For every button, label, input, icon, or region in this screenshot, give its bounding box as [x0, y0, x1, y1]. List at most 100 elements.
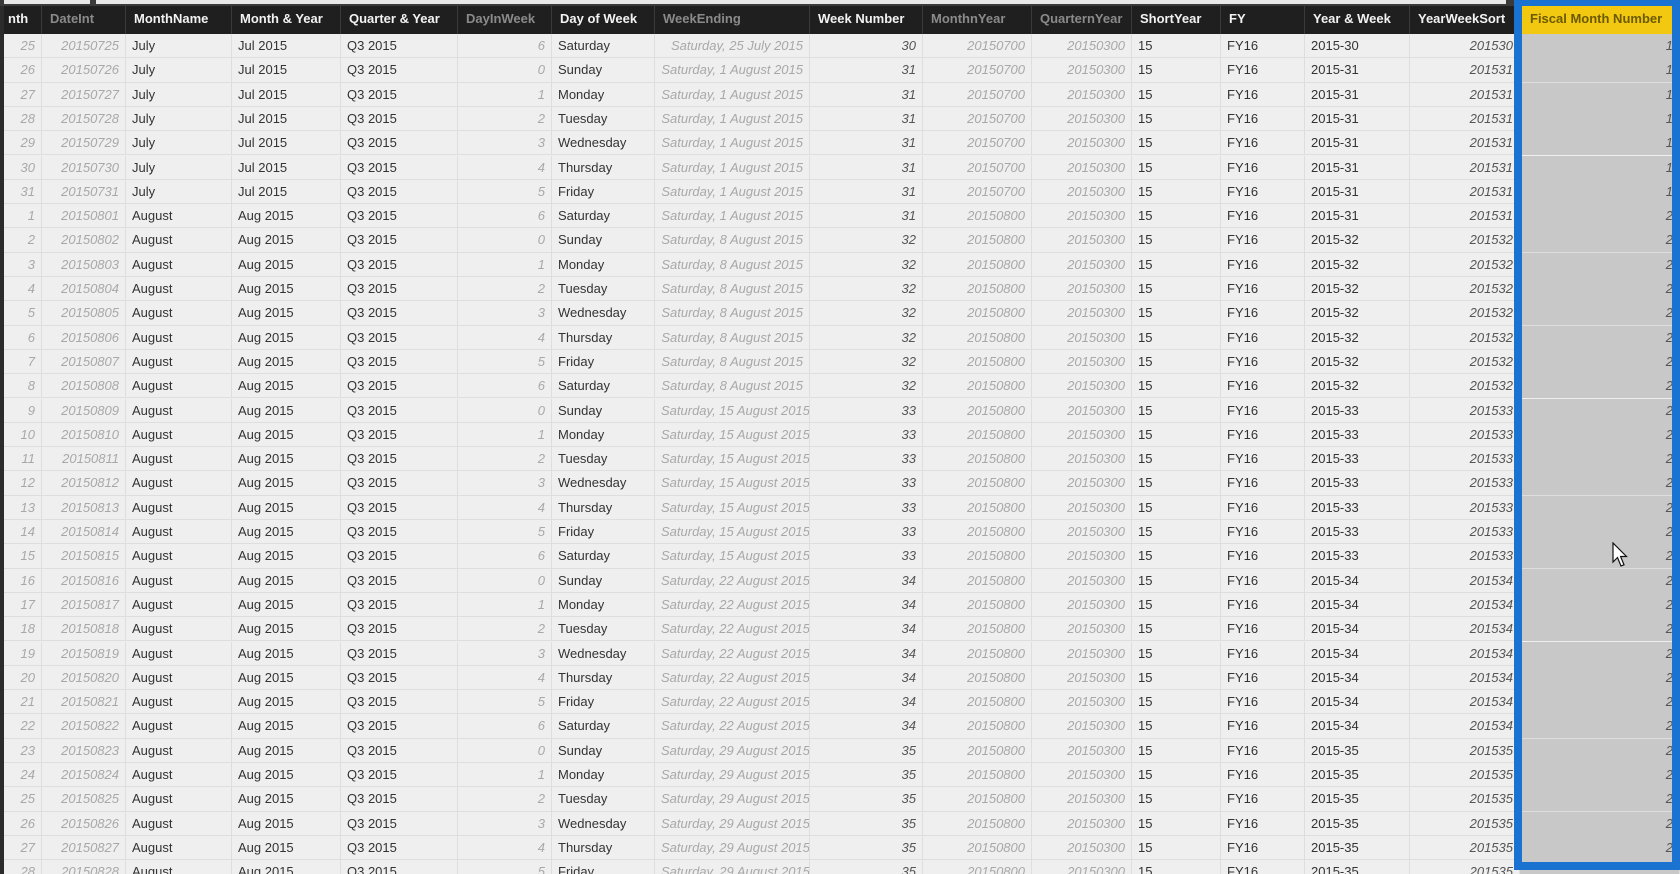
cell-monthname[interactable]: August — [126, 738, 232, 763]
cell-quarteryear[interactable]: Q3 2015 — [341, 617, 458, 642]
cell-fiscalmonth[interactable]: 2 — [1520, 447, 1680, 472]
cell-shortyear[interactable]: 15 — [1132, 520, 1221, 544]
cell-dayinweek[interactable]: 2 — [458, 106, 552, 131]
cell-dayinweek[interactable]: 2 — [458, 277, 552, 301]
cell-dayofweek[interactable]: Sunday — [552, 398, 655, 423]
cell-weekending[interactable]: Saturday, 1 August 2015 — [655, 155, 810, 180]
cell-monthyear[interactable]: Jul 2015 — [232, 155, 341, 180]
cell-weekending[interactable]: Saturday, 15 August 2015 — [655, 398, 810, 423]
table-row[interactable]: 1 20150801 August Aug 2015 Q3 2015 6 Saturday S… — [4, 204, 1680, 229]
cell-quarteryear[interactable]: Q3 2015 — [341, 301, 458, 326]
cell-monthnyear[interactable]: 20150800 — [923, 447, 1032, 472]
cell-monthnyear[interactable]: 20150800 — [923, 860, 1032, 874]
cell-dayofweek[interactable]: Friday — [552, 349, 655, 374]
cell-dateint[interactable]: 20150805 — [42, 301, 126, 326]
cell-day[interactable]: 6 — [4, 325, 42, 350]
cell-monthyear[interactable]: Aug 2015 — [232, 277, 341, 301]
cell-weeknumber[interactable]: 32 — [810, 252, 923, 277]
cell-weeknumber[interactable]: 33 — [810, 422, 923, 447]
cell-quarternyear[interactable]: 20150300 — [1032, 349, 1132, 374]
cell-monthyear[interactable]: Aug 2015 — [232, 592, 341, 617]
cell-yearweeksort[interactable]: 201531 — [1410, 179, 1520, 204]
cell-fiscalmonth[interactable]: 1 — [1520, 34, 1680, 58]
cell-yearweek[interactable]: 2015-35 — [1305, 860, 1410, 874]
cell-shortyear[interactable]: 15 — [1132, 204, 1221, 229]
cell-weeknumber[interactable]: 30 — [810, 34, 923, 58]
cell-weekending[interactable]: Saturday, 8 August 2015 — [655, 228, 810, 253]
cell-monthname[interactable]: July — [126, 34, 232, 58]
cell-dateint[interactable]: 20150813 — [42, 495, 126, 520]
cell-shortyear[interactable]: 15 — [1132, 131, 1221, 156]
cell-monthyear[interactable]: Aug 2015 — [232, 252, 341, 277]
cell-day[interactable]: 7 — [4, 349, 42, 374]
cell-quarternyear[interactable]: 20150300 — [1032, 34, 1132, 58]
cell-quarternyear[interactable]: 20150300 — [1032, 374, 1132, 399]
cell-fiscalmonth[interactable]: 1 — [1520, 58, 1680, 83]
cell-weeknumber[interactable]: 34 — [810, 665, 923, 690]
cell-weeknumber[interactable]: 35 — [810, 860, 923, 874]
cell-yearweek[interactable]: 2015-32 — [1305, 301, 1410, 326]
cell-shortyear[interactable]: 15 — [1132, 277, 1221, 301]
cell-monthname[interactable]: August — [126, 204, 232, 229]
cell-shortyear[interactable]: 15 — [1132, 179, 1221, 204]
cell-monthyear[interactable]: Aug 2015 — [232, 301, 341, 326]
cell-day[interactable]: 28 — [4, 106, 42, 131]
cell-quarternyear[interactable]: 20150300 — [1032, 544, 1132, 569]
cell-fiscalmonth[interactable]: 2 — [1520, 763, 1680, 787]
cell-day[interactable]: 17 — [4, 592, 42, 617]
cell-quarternyear[interactable]: 20150300 — [1032, 617, 1132, 642]
cell-fy[interactable]: FY16 — [1221, 398, 1305, 423]
cell-yearweeksort[interactable]: 201534 — [1410, 714, 1520, 739]
table-row[interactable]: 30 20150730 July Jul 2015 Q3 2015 4 Thursday Sa… — [4, 155, 1680, 180]
cell-dateint[interactable]: 20150827 — [42, 835, 126, 860]
cell-weeknumber[interactable]: 33 — [810, 471, 923, 496]
cell-dateint[interactable]: 20150726 — [42, 58, 126, 83]
cell-shortyear[interactable]: 15 — [1132, 568, 1221, 593]
cell-weekending[interactable]: Saturday, 22 August 2015 — [655, 592, 810, 617]
cell-quarternyear[interactable]: 20150300 — [1032, 714, 1132, 739]
cell-yearweeksort[interactable]: 201534 — [1410, 568, 1520, 593]
cell-shortyear[interactable]: 15 — [1132, 252, 1221, 277]
cell-dayinweek[interactable]: 4 — [458, 155, 552, 180]
cell-fiscalmonth[interactable]: 2 — [1520, 349, 1680, 374]
column-header-day[interactable]: nth — [4, 6, 42, 34]
cell-weekending[interactable]: Saturday, 25 July 2015 — [655, 34, 810, 58]
table-row[interactable]: 11 20150811 August Aug 2015 Q3 2015 2 Tuesday S… — [4, 447, 1680, 472]
cell-fiscalmonth[interactable]: 2 — [1520, 204, 1680, 229]
cell-fiscalmonth[interactable]: 2 — [1520, 568, 1680, 593]
cell-quarteryear[interactable]: Q3 2015 — [341, 204, 458, 229]
cell-yearweek[interactable]: 2015-34 — [1305, 641, 1410, 666]
cell-dateint[interactable]: 20150807 — [42, 349, 126, 374]
cell-fy[interactable]: FY16 — [1221, 617, 1305, 642]
cell-quarteryear[interactable]: Q3 2015 — [341, 568, 458, 593]
cell-fiscalmonth[interactable]: 1 — [1520, 106, 1680, 131]
cell-fy[interactable]: FY16 — [1221, 82, 1305, 107]
cell-shortyear[interactable]: 15 — [1132, 787, 1221, 812]
cell-weekending[interactable]: Saturday, 15 August 2015 — [655, 495, 810, 520]
cell-weekending[interactable]: Saturday, 8 August 2015 — [655, 374, 810, 399]
cell-monthnyear[interactable]: 20150800 — [923, 325, 1032, 350]
cell-monthnyear[interactable]: 20150800 — [923, 787, 1032, 812]
cell-yearweek[interactable]: 2015-33 — [1305, 398, 1410, 423]
cell-yearweek[interactable]: 2015-33 — [1305, 422, 1410, 447]
cell-yearweeksort[interactable]: 201535 — [1410, 860, 1520, 874]
cell-yearweek[interactable]: 2015-33 — [1305, 447, 1410, 472]
table-row[interactable]: 27 20150727 July Jul 2015 Q3 2015 1 Monday Satu… — [4, 82, 1680, 107]
cell-quarteryear[interactable]: Q3 2015 — [341, 763, 458, 787]
cell-quarteryear[interactable]: Q3 2015 — [341, 738, 458, 763]
column-header-weeknumber[interactable]: Week Number — [810, 6, 923, 34]
cell-yearweek[interactable]: 2015-32 — [1305, 374, 1410, 399]
table-row[interactable]: 12 20150812 August Aug 2015 Q3 2015 3 Wednesda… — [4, 471, 1680, 496]
cell-day[interactable]: 20 — [4, 665, 42, 690]
cell-yearweek[interactable]: 2015-31 — [1305, 179, 1410, 204]
cell-dayinweek[interactable]: 3 — [458, 641, 552, 666]
cell-monthyear[interactable]: Aug 2015 — [232, 471, 341, 496]
cell-weekending[interactable]: Saturday, 1 August 2015 — [655, 179, 810, 204]
cell-monthyear[interactable]: Aug 2015 — [232, 422, 341, 447]
cell-dayofweek[interactable]: Monday — [552, 252, 655, 277]
cell-day[interactable]: 27 — [4, 835, 42, 860]
cell-dateint[interactable]: 20150730 — [42, 155, 126, 180]
cell-yearweeksort[interactable]: 201531 — [1410, 204, 1520, 229]
cell-monthname[interactable]: August — [126, 690, 232, 715]
cell-yearweek[interactable]: 2015-33 — [1305, 520, 1410, 544]
